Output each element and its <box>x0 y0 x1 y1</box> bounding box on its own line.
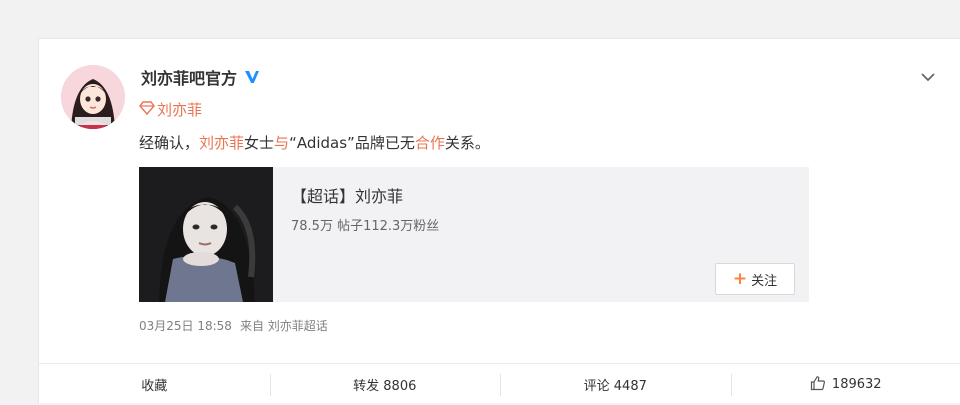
comment-label: 评论 4487 <box>584 375 647 394</box>
supertopic-icon <box>139 101 155 119</box>
supertopic-stats: 78.5万 帖子112.3万粉丝 <box>291 215 439 234</box>
thumbs-up-icon <box>810 375 826 395</box>
avatar[interactable] <box>61 65 125 129</box>
follow-button[interactable]: + 关注 <box>715 263 795 295</box>
text-part: “Adidas”品牌已无 <box>289 134 415 152</box>
post-text: 经确认，刘亦菲女士与“Adidas”品牌已无合作关系。 <box>139 132 490 153</box>
post-time[interactable]: 03月25日 18:58 <box>139 317 232 334</box>
author-row: 刘亦菲吧官方 <box>141 65 261 89</box>
chevron-down-icon[interactable] <box>918 67 938 87</box>
favorite-label: 收藏 <box>141 375 167 394</box>
author-name[interactable]: 刘亦菲吧官方 <box>141 65 237 89</box>
repost-label: 转发 8806 <box>353 375 416 394</box>
post-source[interactable]: 来自 刘亦菲超话 <box>240 317 328 334</box>
supertopic-label: 刘亦菲 <box>157 99 202 120</box>
highlight-text: 合作 <box>415 134 445 152</box>
repost-button[interactable]: 转发 8806 <box>270 364 501 405</box>
plus-icon: + <box>733 271 747 288</box>
follow-label: 关注 <box>751 270 777 289</box>
verified-icon <box>243 68 261 86</box>
like-button[interactable]: 189632 <box>731 364 960 405</box>
mention-link[interactable]: 刘亦菲 <box>199 134 244 152</box>
comment-button[interactable]: 评论 4487 <box>500 364 731 405</box>
post-meta: 03月25日 18:58 来自 刘亦菲超话 <box>139 317 328 334</box>
text-part: 关系。 <box>445 134 490 152</box>
supertopic-card[interactable]: 【超话】刘亦菲 78.5万 帖子112.3万粉丝 + 关注 <box>139 167 809 302</box>
text-part: 经确认， <box>139 134 199 152</box>
like-count: 189632 <box>832 377 882 392</box>
supertopic-link[interactable]: 刘亦菲 <box>139 99 202 120</box>
favorite-button[interactable]: 收藏 <box>39 364 270 405</box>
weibo-post-card: 刘亦菲吧官方 刘亦菲 经确认，刘亦菲女士与“Adidas”品牌已无合作关系。 <box>38 38 960 403</box>
supertopic-cover-image <box>139 167 273 302</box>
supertopic-title[interactable]: 【超话】刘亦菲 <box>291 183 403 207</box>
highlight-text: 与 <box>274 134 289 152</box>
text-part: 女士 <box>244 134 274 152</box>
action-bar: 收藏 转发 8806 评论 4487 189632 <box>39 363 960 405</box>
